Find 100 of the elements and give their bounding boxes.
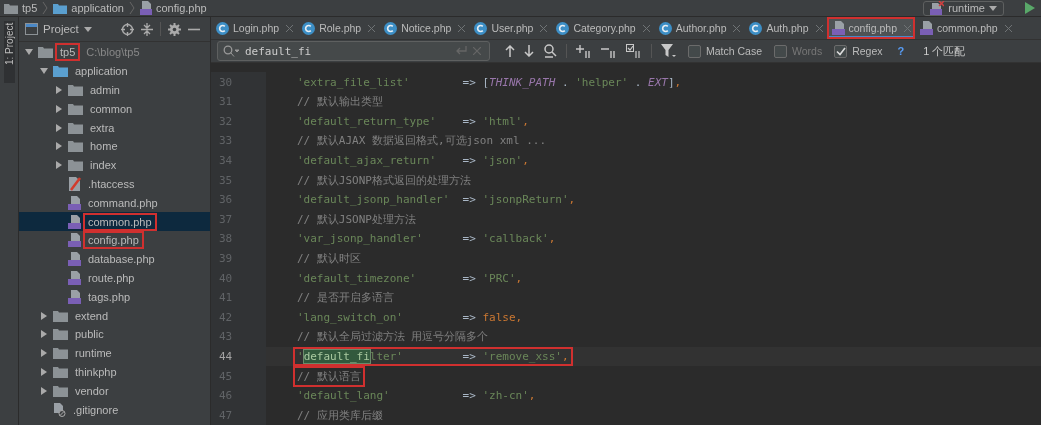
tree-row[interactable]: database.php [19,249,210,269]
editor-tab[interactable]: Category.php [551,17,654,40]
editor-tab[interactable]: Author.php [653,17,745,40]
tree-row[interactable]: tp5 C:\blog\tp5 [19,43,210,62]
expand-arrow-icon[interactable] [55,161,63,170]
file-name: common.php [85,214,155,229]
code-line: 'default_timezone' => 'PRC', [296,270,524,286]
tree-row[interactable]: route.php [19,268,210,288]
expand-arrow-icon[interactable] [55,104,63,113]
code-line: 'default_ajax_return' => 'json', [296,153,530,168]
folder-icon [53,384,68,397]
tree-row[interactable]: common [19,99,210,119]
option-checkbox[interactable]: Regex [834,44,883,58]
code-line: // 默认JSONP处理方法 [296,211,417,228]
search-input[interactable]: default_fi [245,44,449,58]
code-line: 'default_return_type' => 'html', [296,113,530,129]
folder-icon [53,2,68,14]
arrow-up-icon[interactable] [505,45,515,58]
editor-tab[interactable]: common.php [915,17,1016,40]
tree-row[interactable]: tags.php [19,287,210,307]
expand-arrow-icon[interactable] [55,123,63,132]
expand-arrow-icon[interactable] [40,311,48,320]
collapse-icon[interactable] [140,22,153,36]
file-name: extra [89,120,116,135]
find-usages-icon[interactable] [543,44,557,59]
tree-row[interactable]: common.php [19,212,210,231]
breadcrumb-item[interactable]: config.php [139,1,207,15]
editor-tab[interactable]: Role.php [297,17,380,40]
editor-tab[interactable]: Login.php [211,17,298,40]
editor-tab[interactable]: Notice.php [379,17,470,40]
file-name: thinkphp [74,364,118,379]
code-line: // 默认语言 [295,367,363,385]
code-line: // 默认输出类型 [296,94,384,111]
select-all-icon[interactable] [626,44,642,59]
code-line: 'default_jsonp_handler' => 'jsonpReturn', [296,192,577,208]
expand-arrow-icon[interactable] [40,67,48,76]
folder-icon [38,46,53,59]
class-icon [474,21,488,35]
folder-icon [53,65,68,78]
file-name: .htaccess [87,176,136,191]
expand-arrow-icon[interactable] [25,48,33,57]
editor-tab[interactable]: User.php [469,17,552,40]
checkmark-icon [835,46,846,56]
expand-arrow-icon[interactable] [55,86,63,94]
arrow-down-icon[interactable] [524,45,534,58]
class-icon [658,21,672,35]
expand-arrow-icon[interactable] [40,349,48,358]
file-name: public [74,327,105,342]
folder-icon [68,159,83,172]
editor-tab[interactable]: Auth.php [744,17,827,40]
file-name: index [89,158,118,173]
file-name: command.php [87,195,159,210]
tree-row[interactable]: public [19,324,210,344]
file-name: runtime [74,346,113,361]
project-tool-tab[interactable]: 1: Project [3,21,15,83]
tree-row[interactable]: extend [19,306,210,325]
tree-row[interactable]: admin [19,80,210,100]
php-file-icon [68,195,81,210]
match-count: 1 个匹配 [923,43,966,59]
code-line: // 应用类库后缀 [296,407,384,424]
ignored-file-icon [53,402,66,417]
tree-row[interactable]: index [19,155,210,175]
run-configuration-dropdown[interactable]: runtime [923,0,1004,16]
option-checkbox[interactable]: Match Case [688,44,763,58]
tree-row[interactable]: .gitignore [19,400,210,419]
caret-icon [83,26,92,32]
expand-arrow-icon[interactable] [40,330,48,339]
code-line: 'lang_switch_on' => false, [296,309,524,325]
expand-arrow-icon[interactable] [55,142,63,151]
tree-row[interactable]: thinkphp [19,362,210,382]
class-icon [556,21,570,35]
tree-row[interactable]: .htaccess [19,174,210,194]
breadcrumb-item[interactable]: application [53,2,124,14]
project-view-dropdown[interactable]: Project [25,23,92,35]
breadcrumb-item[interactable]: tp5 [4,2,38,14]
code-line: 'default_lang' => 'zh-cn', [296,388,537,404]
tree-row[interactable]: home [19,137,210,156]
tree-row[interactable]: application [19,61,210,81]
file-name: .gitignore [72,402,120,417]
expand-arrow-icon[interactable] [40,386,48,395]
class-icon [302,21,316,35]
tree-row[interactable]: config.php [19,230,210,250]
search-field[interactable]: default_fi [217,41,490,62]
folder-icon [53,309,68,322]
add-occurrence-icon[interactable] [576,44,592,59]
editor-tab[interactable]: config.php [826,17,915,40]
code-line: // 默认JSONP格式返回的处理方法 [296,172,472,189]
tree-row[interactable]: runtime [19,343,210,363]
filter-icon[interactable] [661,44,676,59]
file-name: config.php [85,233,142,248]
expand-arrow-icon[interactable] [40,367,48,376]
help-link[interactable]: ? [897,45,905,58]
settings-icon[interactable] [167,22,181,36]
folder-icon [68,140,83,153]
tree-row[interactable]: vendor [19,381,210,401]
tree-row[interactable]: command.php [19,193,210,213]
tree-row[interactable]: extra [19,118,210,137]
run-icon[interactable] [1025,2,1035,14]
file-name: application [74,64,129,79]
crosshair-icon[interactable] [120,22,134,36]
